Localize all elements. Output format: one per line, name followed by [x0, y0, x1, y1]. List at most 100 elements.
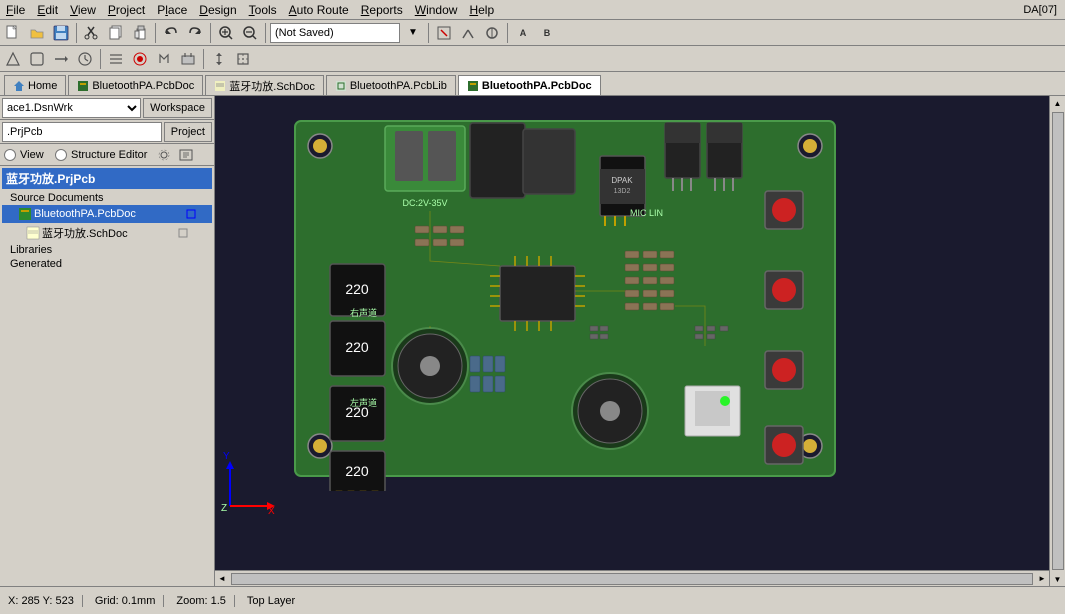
- svg-text:220: 220: [345, 463, 369, 479]
- tab-pcbdoc1[interactable]: BluetoothPA.PcbDoc: [68, 75, 203, 95]
- menubar: File Edit View Project Place Design Tool…: [0, 0, 1065, 20]
- sep4: [265, 23, 266, 43]
- tree-root: 蓝牙功放.PrjPcb: [2, 168, 212, 189]
- home-icon: [13, 80, 25, 92]
- pcblib-icon: [335, 80, 347, 92]
- scroll-up-btn[interactable]: ▲: [1051, 96, 1065, 110]
- structure-radio[interactable]: [55, 149, 67, 161]
- svg-text:220: 220: [345, 339, 369, 355]
- tb-paste[interactable]: [129, 22, 151, 44]
- tb-route3[interactable]: [481, 22, 503, 44]
- tb2-3[interactable]: [50, 48, 72, 70]
- hscroll-thumb[interactable]: [231, 573, 1033, 585]
- scroll-left-btn[interactable]: ◄: [215, 572, 229, 586]
- vscrollbar[interactable]: ▲ ▼: [1049, 96, 1065, 586]
- menu-tools[interactable]: Tools: [243, 2, 283, 18]
- project-input[interactable]: [2, 122, 162, 142]
- tb2-1[interactable]: [2, 48, 24, 70]
- sep8: [203, 49, 204, 69]
- schdoc-icon: [214, 80, 226, 92]
- tb-zoom-in[interactable]: [215, 22, 237, 44]
- tb-new[interactable]: [2, 22, 24, 44]
- tree-item-schdoc[interactable]: 蓝牙功放.SchDoc: [2, 223, 212, 243]
- svg-text:DC:2V-35V: DC:2V-35V: [402, 198, 447, 208]
- tabbar: Home BluetoothPA.PcbDoc 蓝牙功放.SchDoc Blue…: [0, 72, 1065, 96]
- panel-settings-btn[interactable]: [155, 146, 173, 164]
- tree-item-pcbdoc[interactable]: BluetoothPA.PcbDoc: [2, 205, 212, 223]
- tb-undo[interactable]: [160, 22, 182, 44]
- svg-text:右声道: 右声道: [350, 307, 377, 318]
- scroll-right-btn[interactable]: ►: [1035, 572, 1049, 586]
- tb2-5[interactable]: [105, 48, 127, 70]
- sep7: [100, 49, 101, 69]
- svg-text:MIC LIN: MIC LIN: [630, 208, 663, 218]
- pcb-board[interactable]: 220 220 220 220 DC:2V-35V: [275, 111, 855, 491]
- structure-editor-label: Structure Editor: [71, 149, 147, 161]
- tab-schdoc[interactable]: 蓝牙功放.SchDoc: [205, 75, 324, 95]
- sep2: [155, 23, 156, 43]
- tb-dropdown[interactable]: ▼: [402, 22, 424, 44]
- tab-pcbdoc1-label: BluetoothPA.PcbDoc: [92, 80, 194, 92]
- pcb-view[interactable]: 220 220 220 220 DC:2V-35V: [215, 96, 1065, 586]
- project-tree: 蓝牙功放.PrjPcb Source Documents BluetoothPA…: [0, 166, 214, 586]
- menu-reports[interactable]: Reports: [355, 2, 409, 18]
- scroll-down-btn[interactable]: ▼: [1051, 572, 1065, 586]
- tb-cut[interactable]: [81, 22, 103, 44]
- svg-text:Y: Y: [223, 451, 230, 462]
- tb2-8[interactable]: [177, 48, 199, 70]
- tab-home-label: Home: [28, 80, 57, 92]
- tb-redo[interactable]: [184, 22, 206, 44]
- menu-design[interactable]: Design: [193, 2, 242, 18]
- tb-route2[interactable]: [457, 22, 479, 44]
- status-zoom: Zoom: 1.5: [176, 595, 235, 607]
- tb-open[interactable]: [26, 22, 48, 44]
- tree-generated[interactable]: Generated: [2, 257, 212, 271]
- workspace-select[interactable]: ace1.DsnWrk: [2, 98, 141, 118]
- panel-view-btn[interactable]: [177, 146, 195, 164]
- not-saved-input[interactable]: [270, 23, 400, 43]
- tab-pcblib-label: BluetoothPA.PcbLib: [350, 80, 447, 92]
- tb-copy[interactable]: [105, 22, 127, 44]
- tb-text2[interactable]: B: [536, 22, 558, 44]
- tab-pcblib[interactable]: BluetoothPA.PcbLib: [326, 75, 456, 95]
- hscrollbar[interactable]: ◄ ►: [215, 570, 1049, 586]
- tb-save[interactable]: [50, 22, 72, 44]
- tb2-10[interactable]: [232, 48, 254, 70]
- workspace-button[interactable]: Workspace: [143, 98, 212, 118]
- main-content: ace1.DsnWrk Workspace Project View Struc…: [0, 96, 1065, 586]
- project-button[interactable]: Project: [164, 122, 212, 142]
- tree-item-schdoc-label: 蓝牙功放.SchDoc: [42, 225, 128, 241]
- tb-route1[interactable]: [433, 22, 455, 44]
- menu-place[interactable]: Place: [151, 2, 193, 18]
- status-layer: Top Layer: [247, 595, 295, 607]
- panel-top: ace1.DsnWrk Workspace: [0, 96, 214, 120]
- tb2-4[interactable]: [74, 48, 96, 70]
- left-panel: ace1.DsnWrk Workspace Project View Struc…: [0, 96, 215, 586]
- tab-pcbdoc2[interactable]: BluetoothPA.PcbDoc: [458, 75, 601, 95]
- menu-window[interactable]: Window: [409, 2, 464, 18]
- tb2-2[interactable]: [26, 48, 48, 70]
- menu-edit[interactable]: Edit: [31, 2, 64, 18]
- menu-view[interactable]: View: [64, 2, 102, 18]
- pcbdoc1-icon: [77, 80, 89, 92]
- tab-home[interactable]: Home: [4, 75, 66, 95]
- tree-libraries[interactable]: Libraries: [2, 243, 212, 257]
- menu-project[interactable]: Project: [102, 2, 151, 18]
- scroll-thumb[interactable]: [1052, 112, 1064, 570]
- statusbar: X: 285 Y: 523 Grid: 0.1mm Zoom: 1.5 Top …: [0, 586, 1065, 614]
- tb2-9[interactable]: [208, 48, 230, 70]
- svg-text:DPAK: DPAK: [611, 176, 633, 185]
- menu-help[interactable]: Help: [463, 2, 500, 18]
- tb2-6[interactable]: [129, 48, 151, 70]
- view-radio[interactable]: [4, 149, 16, 161]
- tb2-7[interactable]: [153, 48, 175, 70]
- menu-file[interactable]: File: [0, 2, 31, 18]
- menu-autoroute[interactable]: Auto Route: [283, 2, 355, 18]
- tb-text1[interactable]: A: [512, 22, 534, 44]
- tree-item-pcbdoc-label: BluetoothPA.PcbDoc: [34, 208, 136, 220]
- view-label[interactable]: View: [20, 149, 44, 161]
- tree-source-documents[interactable]: Source Documents: [2, 191, 212, 205]
- tb-zoom-out[interactable]: [239, 22, 261, 44]
- panel-proj: Project: [0, 120, 214, 144]
- sep1: [76, 23, 77, 43]
